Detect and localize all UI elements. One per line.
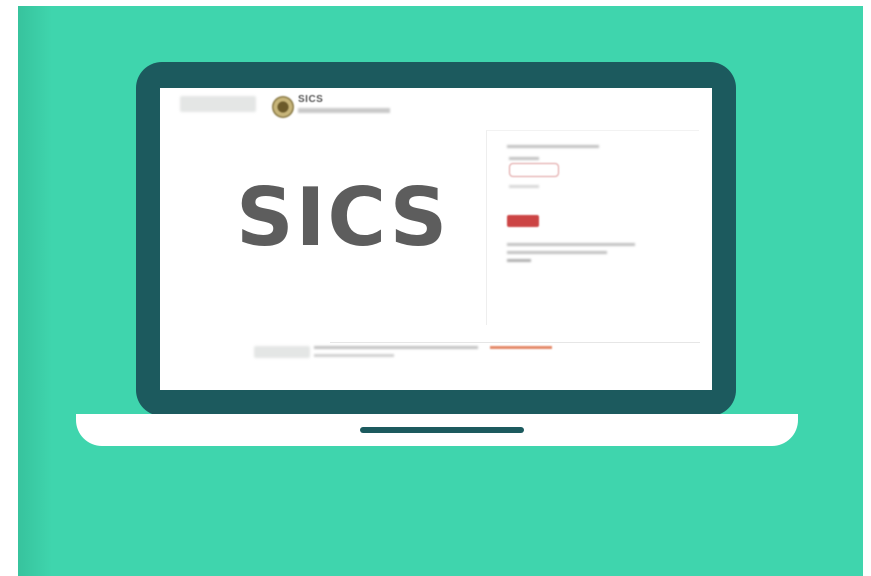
login-label-blur — [509, 157, 539, 160]
laptop-screen: SICS SICS — [160, 88, 712, 390]
login-help-text-blur — [507, 243, 635, 246]
laptop-trackpad-notch — [360, 427, 524, 433]
sics-logo-text: SICS — [236, 171, 450, 264]
login-panel — [486, 130, 699, 325]
header-blurred-logo — [180, 96, 256, 112]
login-help-text-blur-2 — [507, 251, 607, 254]
header-subtitle-blur — [298, 108, 390, 113]
login-label-blur-2 — [509, 185, 539, 188]
login-heading-blur — [507, 145, 599, 148]
footer-text-blur — [314, 346, 478, 349]
footer-logo-blur — [254, 346, 310, 358]
emblem-seal-icon — [272, 96, 294, 118]
login-help-text-blur-3 — [507, 259, 531, 262]
header-title: SICS — [298, 94, 324, 105]
login-button[interactable] — [507, 215, 539, 227]
footer-text-blur-2 — [314, 354, 394, 357]
footer-link[interactable] — [490, 346, 552, 349]
footer-divider — [330, 342, 700, 343]
panel-edge-shadow — [18, 6, 52, 576]
username-input[interactable] — [509, 163, 559, 177]
